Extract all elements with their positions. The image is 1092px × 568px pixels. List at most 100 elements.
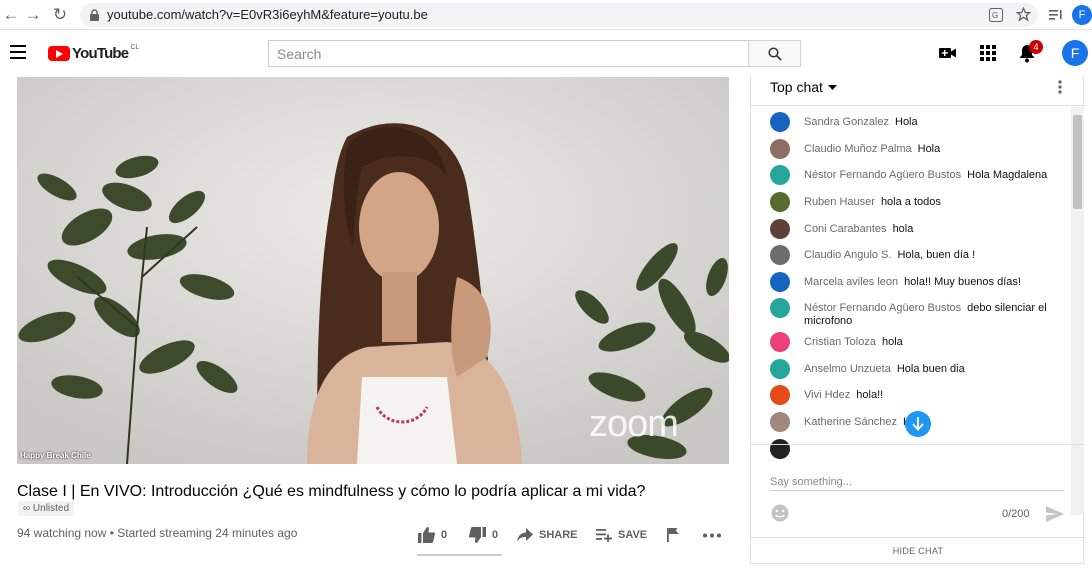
message-author[interactable]: Claudio Muñoz Palma [804,143,912,155]
save-label: SAVE [618,529,648,541]
character-count: 0/200 [1002,508,1030,520]
top-chat-label: Top chat [770,79,823,95]
search-button[interactable] [748,40,801,67]
message-author[interactable]: Anselmo Unzueta [804,363,891,375]
message-text: Hola, buen día ! [897,249,976,261]
video-player[interactable]: zoom Happy Break Chile [17,77,729,464]
more-options-icon[interactable] [1058,80,1062,94]
message-text: hola!! Muy buenos días! [904,276,1021,288]
author-avatar [770,219,790,239]
sentiment-bar [417,554,502,556]
message-author[interactable]: Katherine Sánchez [804,416,897,428]
chat-header: Top chat [751,76,1085,106]
arrow-down-icon [912,417,924,431]
message-author[interactable]: Claudio Angulo S. [804,249,891,261]
back-arrow-icon[interactable]: ← [0,4,22,26]
dislike-button[interactable]: 0 [469,526,498,544]
message-text: Hola Magdalena [967,169,1048,181]
chat-message-input[interactable] [770,473,1064,491]
zoom-watermark: zoom [589,403,679,445]
message-author[interactable]: Sandra Gonzalez [804,116,889,128]
message-text: Hola [895,116,918,128]
send-icon[interactable] [1046,506,1064,522]
author-avatar [770,112,790,132]
forward-arrow-icon[interactable]: → [22,4,44,26]
url-text: youtube.com/watch?v=E0vR3i6eyhM&feature=… [107,7,428,22]
thumbs-down-icon [469,527,486,543]
scroll-to-bottom-button[interactable] [905,411,931,437]
search-input[interactable] [269,41,748,66]
emoji-icon[interactable] [771,504,789,522]
svg-text:G: G [992,11,998,20]
message-author[interactable]: Néstor Fernando Agüero Bustos [804,169,961,181]
lock-icon [90,9,99,21]
profile-avatar[interactable]: F [1072,5,1092,25]
author-avatar [770,192,790,212]
author-avatar [770,385,790,405]
author-avatar [770,245,790,265]
author-avatar [770,332,790,352]
address-bar[interactable]: youtube.com/watch?v=E0vR3i6eyhM&feature=… [80,3,1038,27]
youtube-header: YouTube CL 4 F [0,30,1092,76]
stream-start-time: Started streaming 24 minutes ago [117,526,298,540]
search-box [268,40,748,67]
message-text: hola [892,223,914,235]
author-avatar [770,359,790,379]
logo-text: YouTube [72,44,129,62]
participant-name-label: Happy Break Chile [20,451,91,460]
share-label: SHARE [539,529,578,541]
message-text: Hola buen dia [896,363,965,375]
live-chat-panel: Top chat Sandra Gonzalez Hola Claudio Muñ… [750,76,1085,564]
message-author[interactable]: Cristian Toloza [804,336,876,348]
like-button[interactable]: 0 [418,526,447,544]
thumbs-up-icon [418,527,435,543]
message-text: hola!! [856,389,884,401]
hide-chat-button[interactable]: HIDE CHAT [751,537,1085,563]
youtube-play-icon [48,45,70,61]
author-avatar [770,298,790,318]
chat-input-area: 0/200 HIDE CHAT [751,444,1085,564]
share-button[interactable]: SHARE [517,526,578,544]
view-count-line: 94 watching now • Started streaming 24 m… [17,526,298,540]
unlisted-badge: ∞ Unlisted [18,501,75,516]
share-arrow-icon [517,528,533,542]
like-count: 0 [441,529,448,541]
message-text: hola [881,336,903,348]
link-icon: ∞ [23,503,31,514]
author-avatar [770,272,790,292]
youtube-logo[interactable]: YouTube CL [48,44,139,62]
message-author[interactable]: Vivi Hdez [804,389,850,401]
search-icon [768,47,782,61]
account-avatar[interactable]: F [1062,40,1088,66]
browser-toolbar: ← → ↻ youtube.com/watch?v=E0vR3i6eyhM&fe… [0,0,1092,30]
more-actions-icon[interactable] [703,533,721,538]
playlist-add-icon [596,529,612,542]
author-avatar [770,412,790,432]
message-author[interactable]: Marcela aviles leon [804,276,898,288]
message-text: Hola [917,143,941,155]
translate-icon[interactable]: G [989,8,1003,22]
scrollbar-thumb[interactable] [1073,115,1082,209]
logo-country: CL [130,43,140,51]
video-title: Clase I | En VIVO: Introducción ¿Qué es … [17,483,646,500]
message-text: hola a todos [880,196,941,208]
author-avatar [770,165,790,185]
apps-grid-icon[interactable] [978,43,998,63]
chevron-down-icon [827,84,837,90]
report-flag-icon[interactable] [667,528,680,542]
watching-count: 94 watching now [17,526,107,540]
message-author[interactable]: Ruben Hauser [804,196,875,208]
reload-icon[interactable]: ↻ [49,4,71,26]
create-video-icon[interactable] [938,43,958,63]
notification-count-badge: 4 [1029,40,1043,54]
author-avatar [770,139,790,159]
save-button[interactable]: SAVE [596,526,647,544]
media-queue-icon[interactable] [1049,8,1063,22]
top-chat-dropdown[interactable]: Top chat [770,79,837,95]
message-author[interactable]: Coni Carabantes [804,223,887,235]
unlisted-label: Unlisted [32,503,70,514]
message-author[interactable]: Néstor Fernando Agüero Bustos [804,302,961,314]
hamburger-menu-icon[interactable] [10,45,26,59]
dislike-count: 0 [492,529,499,541]
star-icon[interactable] [1016,7,1031,22]
